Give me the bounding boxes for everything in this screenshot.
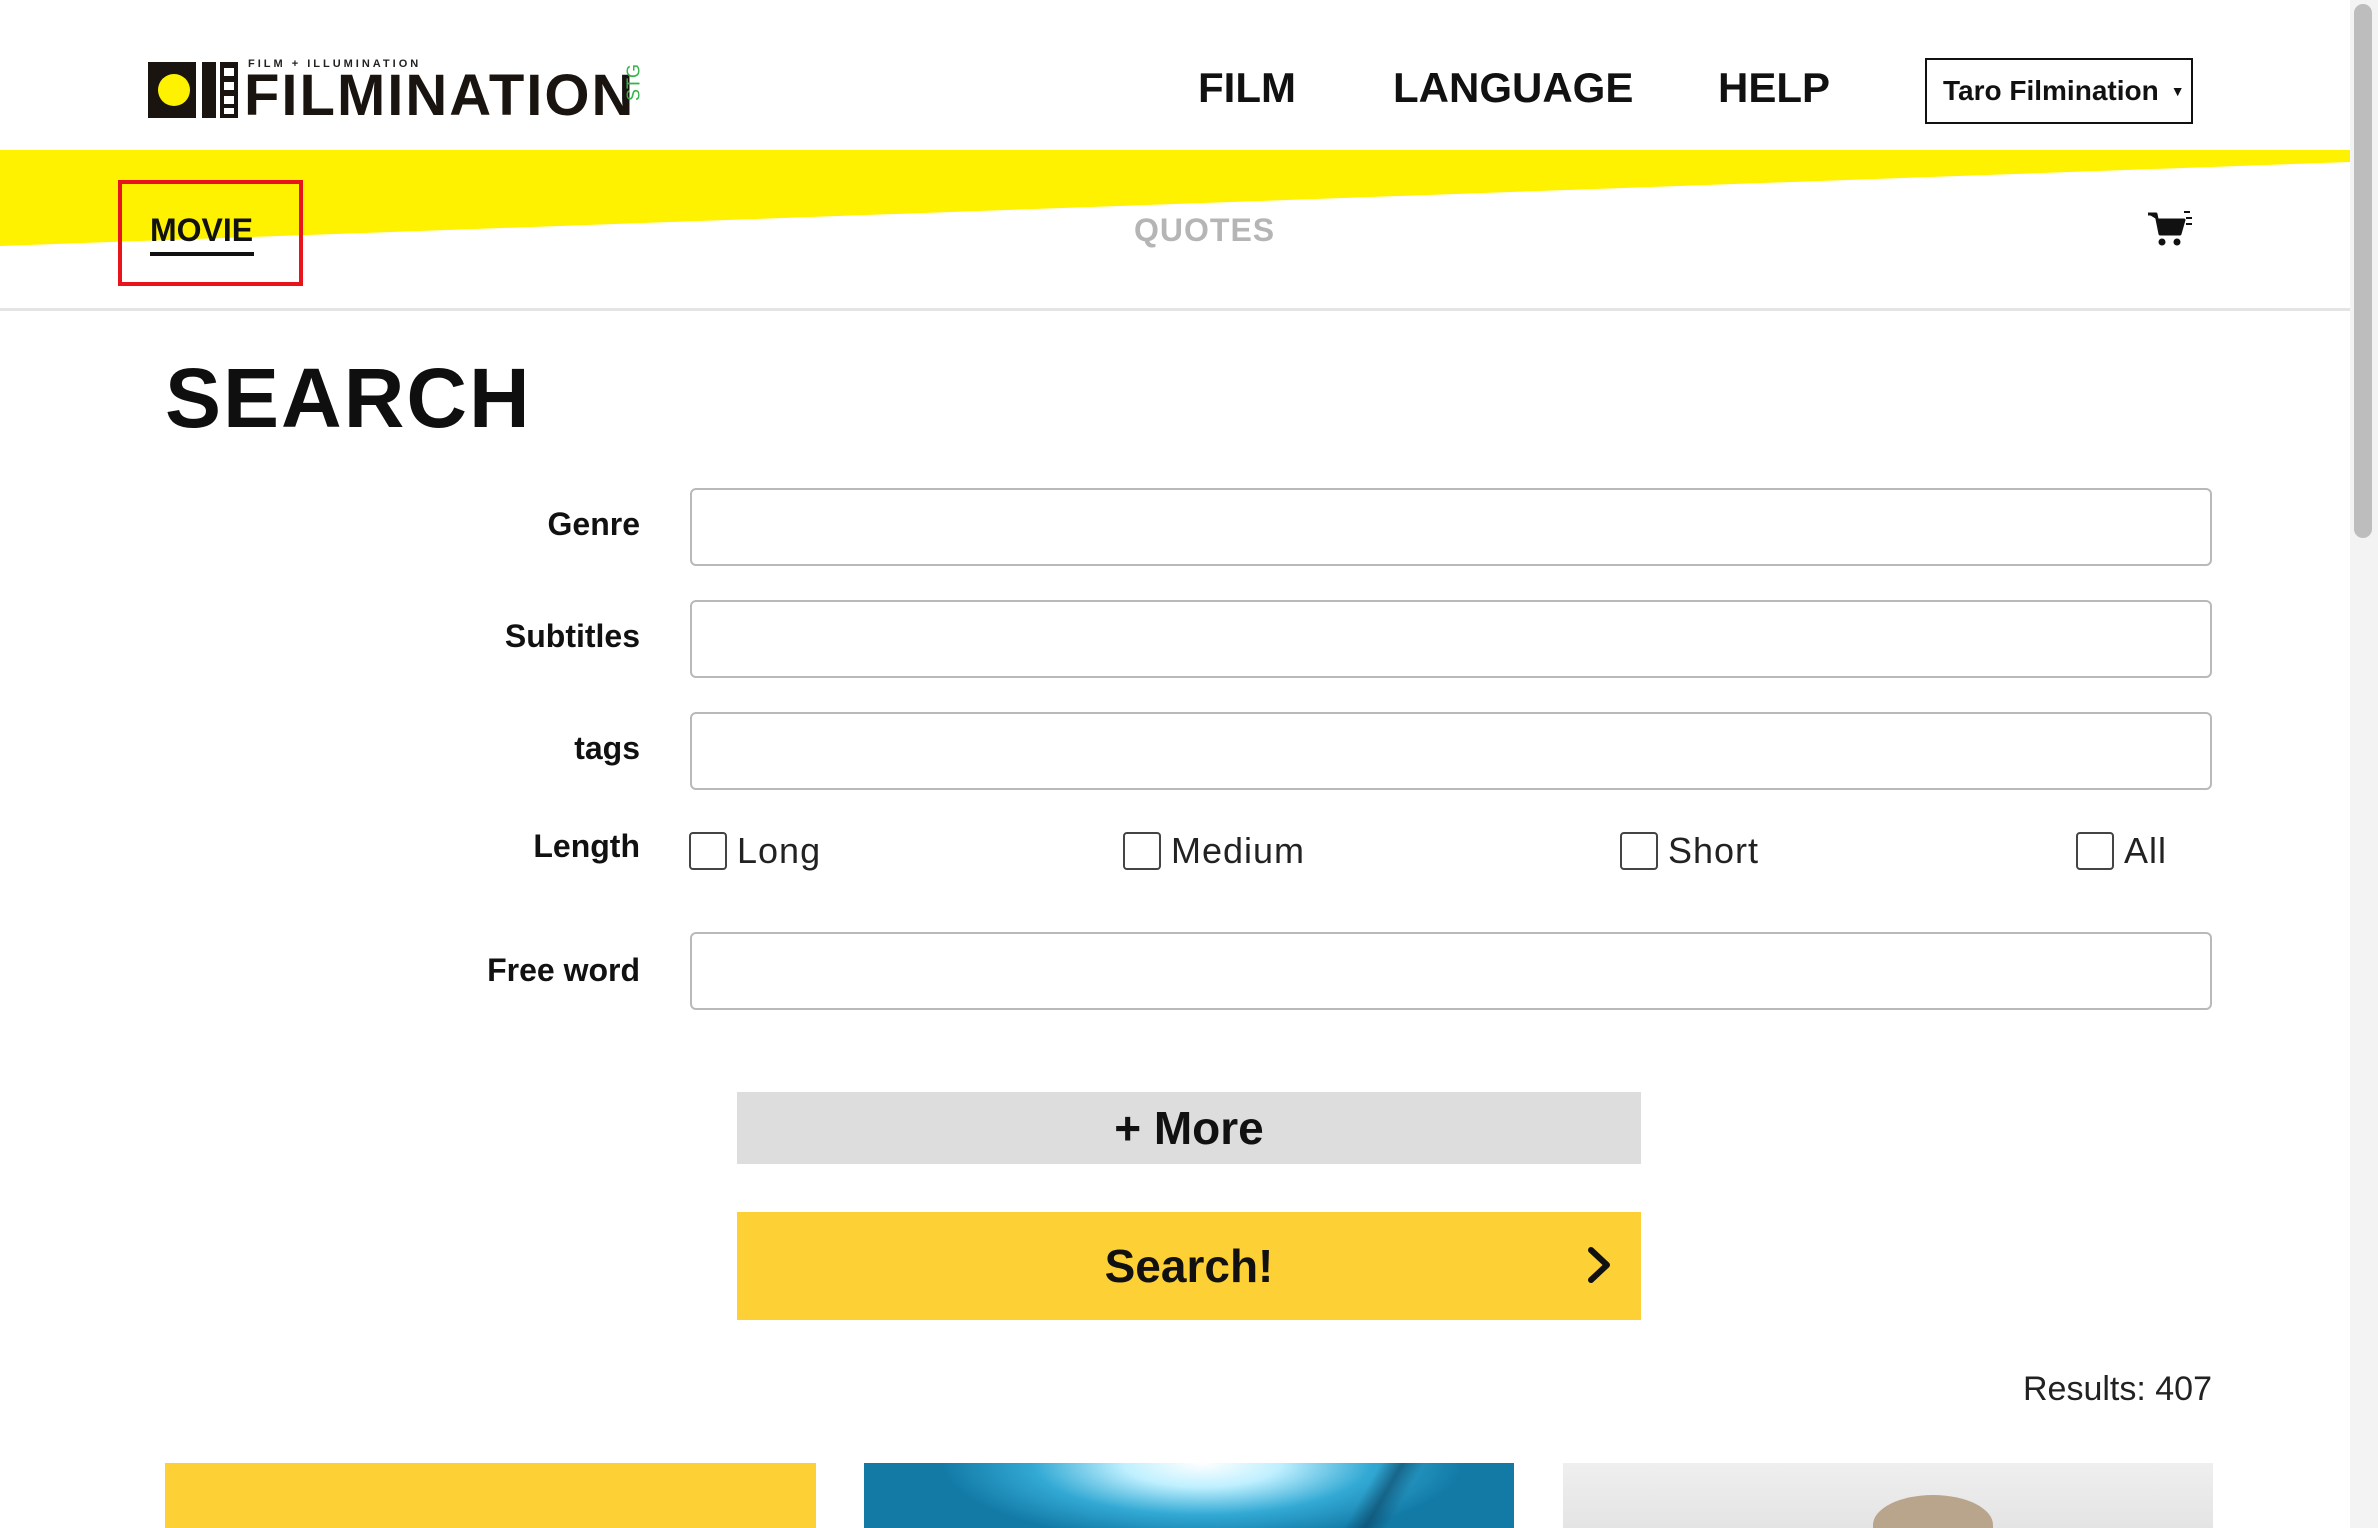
free-word-input[interactable] [690, 932, 2212, 1010]
more-button[interactable]: + More [737, 1092, 1641, 1164]
checkbox-label: Medium [1171, 830, 1306, 871]
thumbnail-image [1873, 1495, 1993, 1528]
nav-language[interactable]: LANGUAGE [1393, 64, 1633, 112]
free-word-label: Free word [487, 952, 640, 988]
checkbox-box[interactable] [2076, 832, 2114, 870]
checkbox-box[interactable] [1620, 832, 1658, 870]
thumbnail-image [1294, 1463, 1474, 1528]
more-button-label: + More [1114, 1102, 1264, 1154]
genre-input[interactable] [690, 488, 2212, 566]
page-title: SEARCH [165, 351, 532, 445]
checkbox-label: All [2124, 830, 2168, 871]
checkbox-box[interactable] [1123, 832, 1161, 870]
length-checkbox-long[interactable]: Long [689, 830, 821, 872]
checkbox-label: Long [737, 830, 822, 871]
length-checkbox-medium[interactable]: Medium [1123, 830, 1305, 872]
search-button[interactable]: Search! [737, 1212, 1641, 1320]
highlight-box [118, 180, 303, 286]
chevron-right-icon [1588, 1247, 1610, 1283]
result-card[interactable] [165, 1463, 816, 1528]
logo-wordmark: FILMINATION [244, 63, 636, 128]
nav-help[interactable]: HELP [1718, 64, 1830, 112]
caret-down-icon: ▼ [2170, 83, 2185, 99]
nav-film[interactable]: FILM [1198, 64, 1296, 112]
genre-label: Genre [547, 506, 640, 542]
cart-icon[interactable] [2146, 208, 2194, 248]
filmination-logo[interactable]: FILM + ILLUMINATION FILMINATION STG [148, 58, 644, 128]
results-count: Results: 407 [2023, 1370, 2212, 1408]
checkbox-label: Short [1668, 830, 1760, 871]
subtitles-input[interactable] [690, 600, 2212, 678]
subtitles-label: Subtitles [504, 618, 640, 654]
scrollbar-thumb[interactable] [2354, 4, 2372, 538]
tab-quotes[interactable]: QUOTES [1134, 212, 1275, 249]
result-card[interactable] [1563, 1463, 2213, 1528]
length-checkbox-all[interactable]: All [2076, 830, 2167, 872]
length-checkbox-short[interactable]: Short [1620, 830, 1759, 872]
user-menu-dropdown[interactable]: Taro Filmination ▼ [1925, 58, 2193, 124]
search-button-label: Search! [1104, 1240, 1274, 1292]
checkbox-box[interactable] [689, 832, 727, 870]
header-divider [0, 308, 2350, 311]
user-name: Taro Filmination [1943, 75, 2159, 106]
tags-label: tags [574, 730, 640, 766]
film-reel-logo-icon [148, 62, 238, 118]
length-label: Length [533, 828, 640, 864]
tags-input[interactable] [690, 712, 2212, 790]
env-badge: STG [623, 64, 644, 102]
result-card[interactable] [864, 1463, 1514, 1528]
